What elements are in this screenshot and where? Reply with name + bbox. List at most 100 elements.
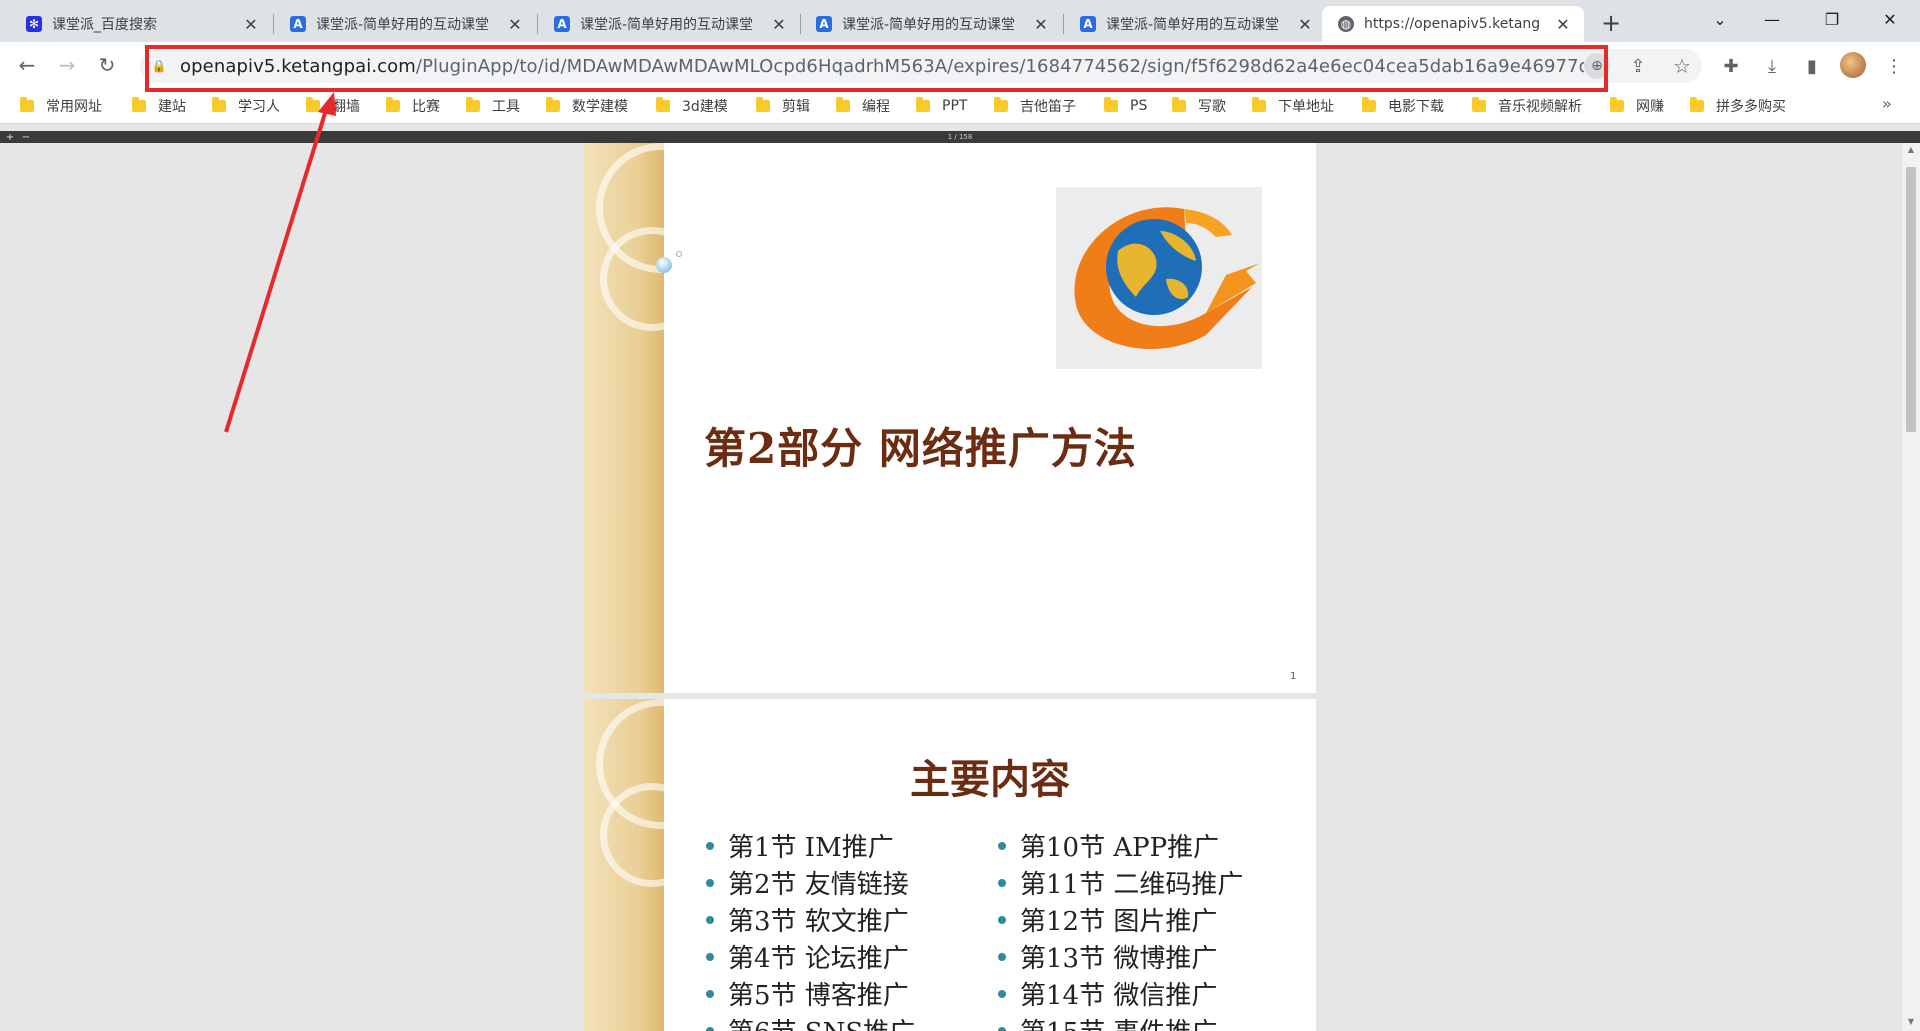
bookmark-folder[interactable]: 数学建模	[546, 95, 628, 117]
bookmark-label: 编程	[862, 99, 890, 115]
tab-baidu-search[interactable]: ✻ 课堂派_百度搜索 ✕	[10, 6, 272, 42]
toc-label: 第3节 软文推广	[728, 907, 909, 937]
extensions-icon[interactable]: ✚	[1716, 51, 1746, 81]
folder-icon	[386, 97, 400, 112]
toc-item: 第13节 微博推广	[998, 938, 1243, 975]
globe-icon: ◍	[1338, 16, 1354, 32]
download-icon[interactable]: ⤓	[1757, 51, 1787, 81]
bullet-icon	[998, 878, 1006, 887]
bookmark-folder[interactable]: 吉他笛子	[994, 95, 1076, 117]
bullet-icon	[706, 915, 714, 924]
folder-icon	[466, 97, 480, 112]
scroll-up-icon[interactable]: ▲	[1906, 145, 1916, 155]
toc-item: 第14节 微信推广	[998, 975, 1243, 1012]
tab-ketangpai-2[interactable]: A 课堂派-简单好用的互动课堂 ✕	[538, 6, 800, 42]
bookmark-label: 电影下载	[1388, 99, 1444, 115]
bookmark-folder[interactable]: 写歌	[1172, 95, 1226, 117]
bookmark-folder[interactable]: 常用网址	[20, 95, 102, 117]
close-icon[interactable]: ✕	[1296, 15, 1314, 34]
scrollbar-thumb[interactable]	[1906, 167, 1916, 432]
zoom-in-button[interactable]: +	[4, 131, 16, 143]
bookmark-folder[interactable]: 音乐视频解析	[1472, 95, 1582, 117]
toc-label: 第1节 IM推广	[728, 833, 894, 863]
window-close-button[interactable]: ✕	[1864, 0, 1916, 38]
vertical-scrollbar[interactable]: ▲ ▼	[1902, 143, 1920, 1031]
tab-search-dropdown-icon[interactable]: ⌄	[1694, 0, 1746, 38]
toc-label: 第5节 博客推广	[728, 981, 909, 1011]
zoom-out-button[interactable]: −	[20, 131, 32, 143]
folder-icon	[994, 97, 1008, 112]
bookmark-folder[interactable]: 3d建模	[656, 95, 728, 117]
tab-ketangpai-1[interactable]: A 课堂派-简单好用的互动课堂 ✕	[274, 6, 536, 42]
tab-title: https://openapiv5.ketang	[1364, 16, 1541, 32]
back-button[interactable]: ←	[11, 49, 43, 81]
bookmark-label: 写歌	[1198, 99, 1226, 115]
folder-icon	[836, 97, 850, 112]
ketangpai-icon: A	[816, 16, 832, 32]
forward-button[interactable]: →	[51, 49, 83, 81]
decorative-bead	[656, 257, 672, 273]
folder-icon	[1690, 97, 1704, 112]
bookmark-label: 翻墙	[332, 99, 360, 115]
bookmark-label: 音乐视频解析	[1498, 99, 1582, 115]
close-icon[interactable]: ✕	[1032, 15, 1050, 34]
document-viewer[interactable]: 第2部分 网络推广方法 1 主要内容 第1节 IM推广 第2节 友情链接 第3节…	[0, 143, 1902, 1031]
url-highlight-box	[145, 45, 1608, 92]
bookmark-folder[interactable]: 工具	[466, 95, 520, 117]
toc-item: 第3节 软文推广	[706, 901, 915, 938]
profile-avatar[interactable]	[1840, 52, 1866, 78]
bookmark-label: 数学建模	[572, 99, 628, 115]
scroll-down-icon[interactable]: ▼	[1906, 1017, 1916, 1027]
bookmark-folder[interactable]: 剪辑	[756, 95, 810, 117]
bookmark-folder[interactable]: PPT	[916, 95, 967, 117]
tab-title: 课堂派-简单好用的互动课堂	[580, 17, 754, 33]
close-icon[interactable]: ✕	[1554, 15, 1572, 34]
folder-icon	[1610, 97, 1624, 112]
new-tab-button[interactable]: +	[1596, 8, 1626, 38]
company-logo	[1056, 187, 1262, 369]
toc-item: 第15节 事件推广	[998, 1012, 1243, 1031]
bookmark-folder[interactable]: 建站	[132, 95, 186, 117]
close-icon[interactable]: ✕	[506, 15, 524, 34]
folder-icon	[212, 97, 226, 112]
restore-button[interactable]: ❐	[1806, 0, 1858, 38]
ketangpai-icon: A	[1080, 16, 1096, 32]
bookmark-folder[interactable]: 学习人	[212, 95, 280, 117]
bullet-icon	[706, 878, 714, 887]
toc-label: 第14节 微信推广	[1020, 981, 1218, 1011]
share-icon[interactable]: ⇪	[1614, 53, 1662, 79]
minimize-button[interactable]: —	[1746, 0, 1798, 38]
folder-icon	[1472, 97, 1486, 112]
bookmark-folder[interactable]: 电影下载	[1362, 95, 1444, 117]
bookmark-folder[interactable]: 编程	[836, 95, 890, 117]
bookmark-label: 剪辑	[782, 99, 810, 115]
bookmark-folder[interactable]: 下单地址	[1252, 95, 1334, 117]
toc-item: 第1节 IM推广	[706, 827, 915, 864]
close-icon[interactable]: ✕	[242, 15, 260, 34]
bookmark-folder[interactable]: 翻墙	[306, 95, 360, 117]
bookmark-folder[interactable]: 比赛	[386, 95, 440, 117]
toc-label: 第12节 图片推广	[1020, 907, 1218, 937]
tab-active-openapi[interactable]: ◍ https://openapiv5.ketang ✕	[1322, 6, 1584, 42]
bookmark-folder[interactable]: 拼多多购买	[1690, 95, 1786, 117]
reload-button[interactable]: ↻	[91, 49, 123, 81]
bullet-icon	[998, 952, 1006, 961]
bullet-icon	[706, 1026, 714, 1031]
toc-right-column: 第10节 APP推广 第11节 二维码推广 第12节 图片推广 第13节 微博推…	[998, 827, 1243, 1031]
ketangpai-icon: A	[554, 16, 570, 32]
close-icon[interactable]: ✕	[770, 15, 788, 34]
folder-icon	[20, 97, 34, 112]
toc-label: 第15节 事件推广	[1020, 1012, 1217, 1031]
tab-ketangpai-3[interactable]: A 课堂派-简单好用的互动课堂 ✕	[800, 6, 1062, 42]
bookmark-folder[interactable]: 网赚	[1610, 95, 1664, 117]
tab-title: 课堂派-简单好用的互动课堂	[842, 17, 1016, 33]
bookmark-star-icon[interactable]: ☆	[1662, 53, 1702, 79]
bookmark-folder[interactable]: PS	[1104, 95, 1147, 117]
tab-ketangpai-4[interactable]: A 课堂派-简单好用的互动课堂 ✕	[1064, 6, 1326, 42]
menu-icon[interactable]: ⋮	[1879, 51, 1909, 81]
folder-icon	[1362, 97, 1376, 112]
side-panel-icon[interactable]: ▮	[1797, 51, 1827, 81]
slide-title: 主要内容	[910, 756, 1070, 803]
bookmarks-overflow-button[interactable]: »	[1882, 94, 1892, 113]
toc-label: 第13节 微博推广	[1020, 944, 1218, 974]
